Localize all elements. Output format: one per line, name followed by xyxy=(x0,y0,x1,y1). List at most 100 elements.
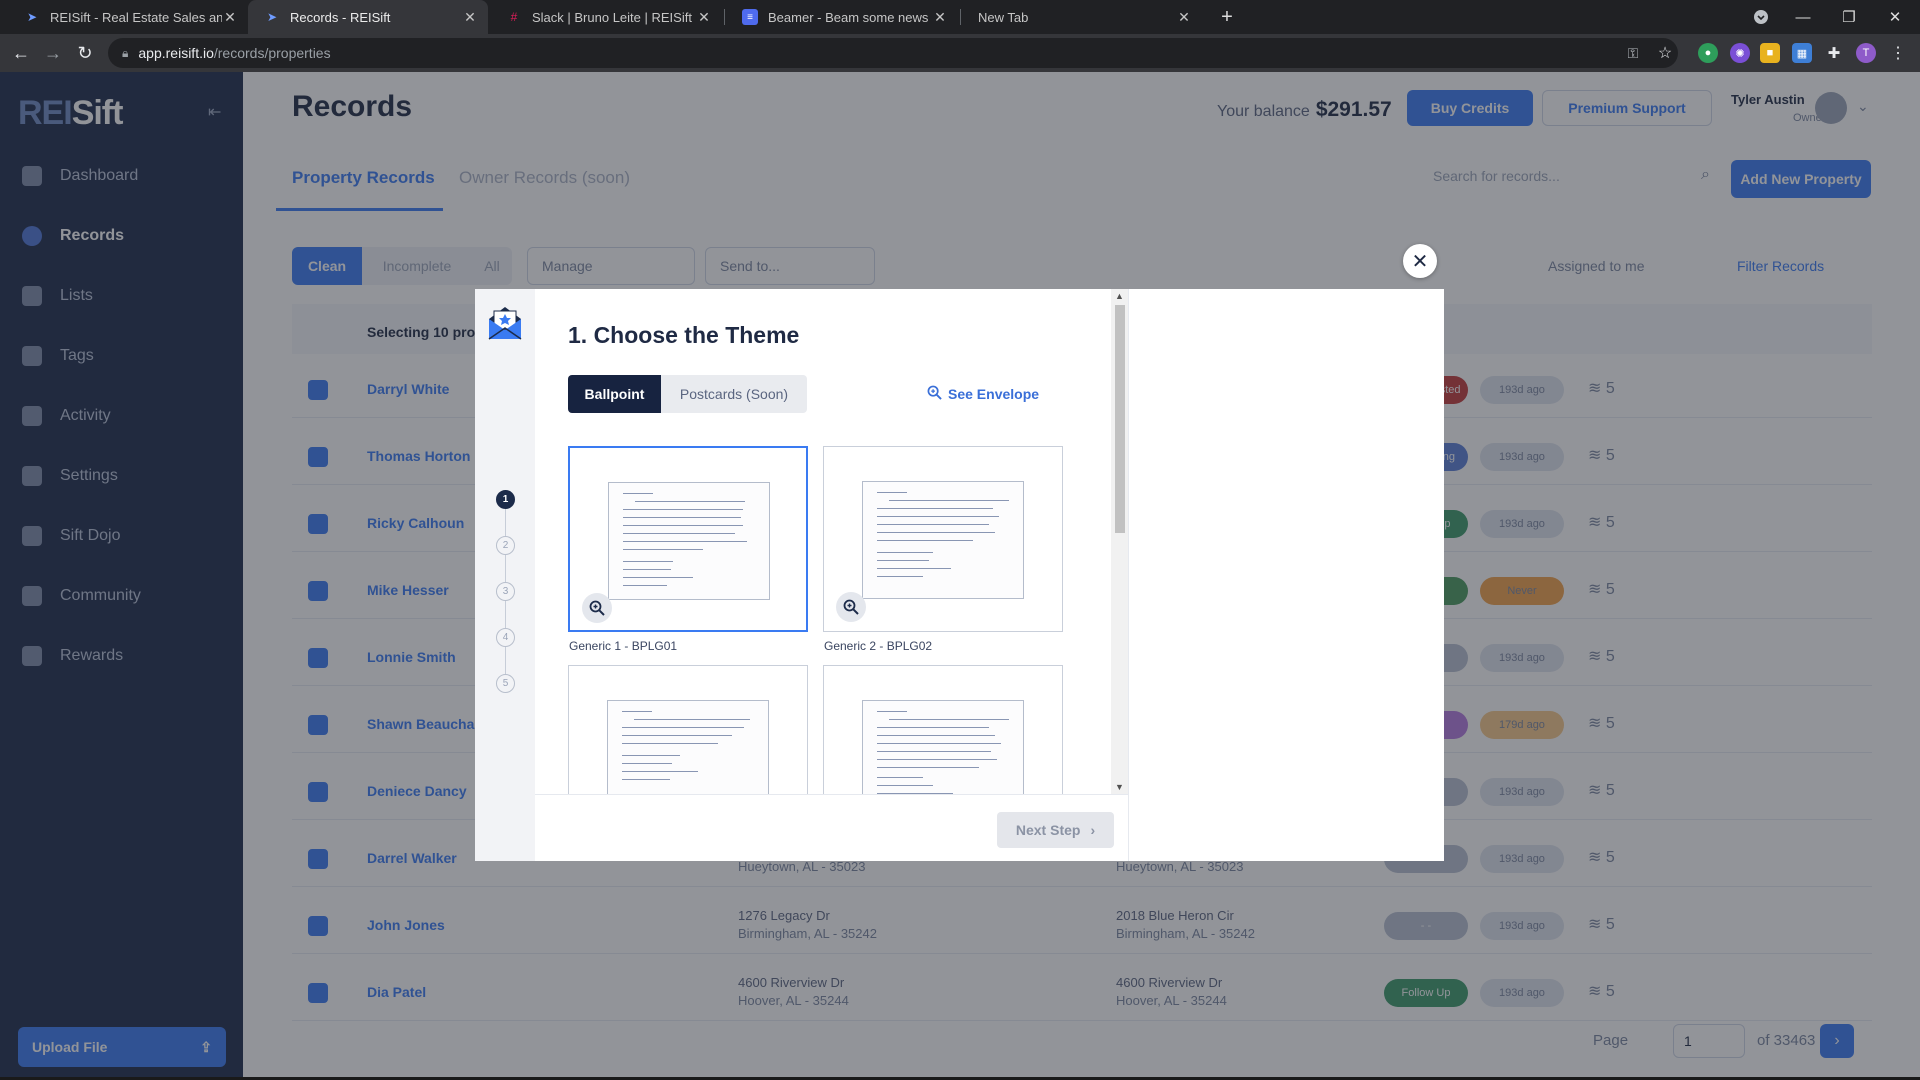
letter-thumbnail xyxy=(862,700,1024,794)
handwriting-line xyxy=(877,767,979,768)
theme-card[interactable] xyxy=(568,446,808,632)
handwriting-line xyxy=(623,585,667,586)
minimize-icon[interactable]: — xyxy=(1780,0,1826,34)
theme-label: Generic 1 - BPLG01 xyxy=(569,639,678,653)
handwriting-line xyxy=(623,517,741,518)
scrollbar[interactable]: ▲ ▼ xyxy=(1111,289,1128,794)
handwriting-line xyxy=(623,577,693,578)
chrome-menu-icon[interactable]: ⋮ xyxy=(1888,43,1908,63)
scroll-down-arrow-icon[interactable]: ▼ xyxy=(1111,780,1128,794)
close-tab-icon[interactable]: ✕ xyxy=(462,9,478,26)
theme-scroll-area[interactable]: 1. Choose the Theme Ballpoint Postcards … xyxy=(535,289,1128,794)
handwriting-line xyxy=(622,755,680,756)
handwriting-line xyxy=(877,552,933,553)
mail-envelope-icon xyxy=(485,303,525,348)
bookmark-star-icon[interactable]: ☆ xyxy=(1652,40,1678,66)
back-arrow-icon[interactable]: ← xyxy=(8,40,34,66)
extension-green-icon[interactable]: ● xyxy=(1698,43,1718,63)
url-field[interactable]: 🔒︎ app.reisift.io /records/properties xyxy=(108,38,1678,68)
browser-tab-4[interactable]: ≡ Beamer - Beam some news ✕ xyxy=(726,0,958,34)
tab-postcards[interactable]: Postcards (Soon) xyxy=(661,375,807,413)
tab-search-icon[interactable] xyxy=(1738,0,1784,34)
browser-tab-1[interactable]: ➤ REISift - Real Estate Sales and Ma ✕ xyxy=(8,0,248,34)
handwriting-line xyxy=(877,727,989,728)
extensions-puzzle-icon[interactable]: ✚ xyxy=(1824,43,1844,63)
handwriting-line xyxy=(877,508,993,509)
extension-yellow-icon[interactable]: ■ xyxy=(1760,43,1780,63)
handwriting-line xyxy=(635,501,745,502)
tab-title: REISift - Real Estate Sales and Ma xyxy=(50,9,222,25)
forward-arrow-icon[interactable]: → xyxy=(40,40,66,66)
next-step-label: Next Step xyxy=(1015,822,1081,838)
close-tab-icon[interactable]: ✕ xyxy=(222,9,238,26)
window-close-icon[interactable]: ✕ xyxy=(1872,0,1918,34)
tab-separator xyxy=(960,9,961,25)
handwriting-line xyxy=(623,549,703,550)
handwriting-line xyxy=(877,785,933,786)
theme-card[interactable] xyxy=(823,665,1063,794)
handwriting-line xyxy=(622,727,744,728)
handwriting-line xyxy=(877,735,995,736)
browser-tab-bar: ➤ REISift - Real Estate Sales and Ma ✕ ➤… xyxy=(0,0,1920,34)
extension-colorful-icon[interactable]: ✺ xyxy=(1730,43,1750,63)
zoom-in-icon[interactable] xyxy=(582,593,612,623)
handwriting-line xyxy=(622,779,670,780)
close-tab-icon[interactable]: ✕ xyxy=(1176,9,1192,26)
handwriting-line xyxy=(877,540,973,541)
close-tab-icon[interactable]: ✕ xyxy=(932,9,948,26)
url-host: app.reisift.io xyxy=(138,45,214,61)
step-connector xyxy=(505,555,506,582)
handwriting-line xyxy=(877,711,907,712)
step-3-indicator[interactable]: 3 xyxy=(496,582,515,601)
next-step-button[interactable]: Next Step › xyxy=(997,812,1114,848)
handwriting-line xyxy=(623,561,673,562)
theme-card[interactable] xyxy=(568,665,808,794)
handwriting-line xyxy=(877,532,995,533)
browser-tab-5[interactable]: New Tab ✕ xyxy=(962,0,1202,34)
handwriting-line xyxy=(877,743,1001,744)
zoom-in-icon[interactable] xyxy=(836,592,866,622)
reload-icon[interactable]: ↻ xyxy=(72,40,98,66)
modal-close-button[interactable]: ✕ xyxy=(1403,244,1437,278)
letter-thumbnail xyxy=(608,482,770,600)
handwriting-line xyxy=(623,509,743,510)
new-tab-plus-icon[interactable]: + xyxy=(1214,4,1240,30)
step-2-indicator[interactable]: 2 xyxy=(496,536,515,555)
handwriting-line xyxy=(877,576,923,577)
browser-address-bar: ← → ↻ 🔒︎ app.reisift.io /records/propert… xyxy=(0,34,1920,72)
browser-tab-3[interactable]: # Slack | Bruno Leite | REISift ✕ xyxy=(490,0,722,34)
restore-icon[interactable]: ❐ xyxy=(1826,0,1872,34)
handwriting-line xyxy=(877,492,907,493)
handwriting-line xyxy=(877,560,929,561)
handwriting-line xyxy=(623,569,671,570)
theme-picker-panel: 1. Choose the Theme Ballpoint Postcards … xyxy=(535,289,1128,861)
profile-avatar-icon[interactable]: T xyxy=(1856,43,1876,63)
extension-blue-icon[interactable]: ▦ xyxy=(1792,43,1812,63)
step-1-indicator[interactable]: 1 xyxy=(496,490,515,509)
tab-ballpoint[interactable]: Ballpoint xyxy=(568,375,661,413)
key-icon[interactable]: ⚿ xyxy=(1620,40,1646,66)
see-envelope-label: See Envelope xyxy=(948,386,1040,402)
step-connector xyxy=(505,647,506,674)
handwriting-line xyxy=(622,743,718,744)
tab-title: New Tab xyxy=(978,9,1029,25)
see-envelope-link[interactable]: See Envelope xyxy=(927,385,1039,403)
step-4-indicator[interactable]: 4 xyxy=(496,628,515,647)
browser-tab-2[interactable]: ➤ Records - REISift ✕ xyxy=(248,0,488,34)
handwriting-line xyxy=(877,751,991,752)
handwriting-line xyxy=(877,777,923,778)
step-5-indicator[interactable]: 5 xyxy=(496,674,515,693)
letter-thumbnail xyxy=(607,700,769,794)
close-tab-icon[interactable]: ✕ xyxy=(696,9,712,26)
letter-thumbnail xyxy=(862,481,1024,599)
handwriting-line xyxy=(622,771,698,772)
beamer-favicon-icon: ≡ xyxy=(742,9,758,25)
theme-card[interactable] xyxy=(823,446,1063,632)
scrollbar-thumb[interactable] xyxy=(1115,305,1125,533)
slack-favicon-icon: # xyxy=(510,10,518,24)
tab-title: Beamer - Beam some news xyxy=(768,9,929,25)
scroll-up-arrow-icon[interactable]: ▲ xyxy=(1111,289,1128,303)
tab-title: Slack | Bruno Leite | REISift xyxy=(532,9,692,25)
letter-preview-panel xyxy=(1128,289,1444,861)
lock-icon: 🔒︎ xyxy=(122,45,129,60)
